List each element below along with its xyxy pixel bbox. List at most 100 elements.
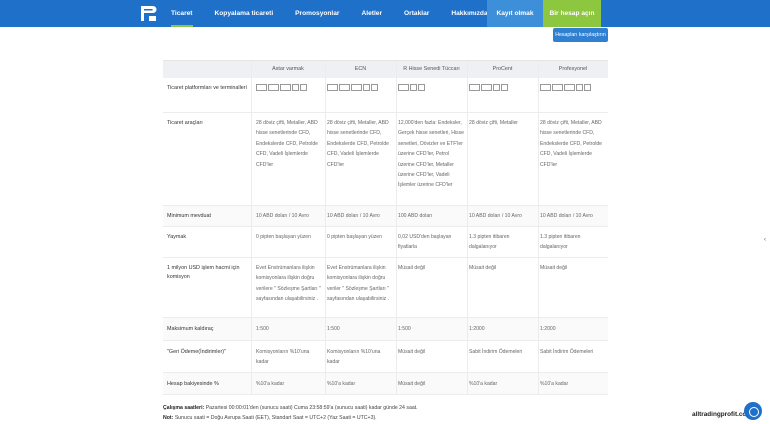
mt4-icon — [256, 84, 267, 91]
table-cell: 1:500 — [256, 326, 269, 332]
table-row: Ticaret platformları ve terminalleri — [163, 78, 608, 113]
table-cell: 28 döviz çifti, Metaller, ABD hisse sene… — [327, 120, 390, 168]
apple-icon — [410, 84, 417, 91]
table-cell: 1:500 — [398, 326, 411, 332]
table-cell: 10 ABD doları / 10 Avro — [256, 213, 309, 219]
apple-icon — [363, 84, 370, 91]
table-cell: 10 ABD doları / 10 Avro — [540, 213, 593, 219]
table-cell: Müsait değil — [398, 265, 426, 271]
table-cell: Komisyonların %10'una kadar — [256, 349, 310, 366]
table-row: "Geri Ödeme(İndirimler)" Komisyonların %… — [163, 341, 608, 373]
note-text: Sunucu saati = Doğu Avrupa Saati (EET), … — [174, 415, 377, 421]
table-cell: %10'a kadar — [256, 381, 285, 387]
table-row: Ticaret araçları 28 döviz çifti, Metalle… — [163, 113, 608, 206]
webtrader-icon — [564, 84, 575, 91]
nav-item-trading[interactable]: Ticaret — [171, 0, 193, 27]
table-cell: 1:500 — [327, 326, 340, 332]
android-icon — [584, 84, 591, 91]
table-cell: 28 döviz çifti, Metaller, ABD hisse sene… — [256, 120, 319, 168]
table-cell: %10'a kadar — [540, 381, 569, 387]
nav-item-tools[interactable]: Aletler — [362, 0, 383, 27]
platform-icons — [327, 84, 385, 93]
table-cell: 1:2000 — [540, 326, 556, 332]
table-cell: Sabit İndirim Ödemeleri — [540, 349, 594, 355]
apple-icon — [576, 84, 583, 91]
table-row: Hesap bakiyesinde % %10'a kadar %10'a ka… — [163, 373, 608, 395]
table-row: Minimum mevduat 10 ABD doları / 10 Avro … — [163, 206, 608, 227]
nav-item-partners[interactable]: Ortaklar — [404, 0, 429, 27]
table-header: Astar varmak ECN R Hisse Senedi Tüccarı … — [163, 61, 608, 78]
table-cell: Komisyonların %10'una kadar — [327, 349, 381, 366]
table-cell: 0,02 USD'den başlayan fiyatlarla — [398, 234, 452, 251]
table-row: 1 milyon USD işlem hacmi için komisyon E… — [163, 258, 608, 318]
webtrader-icon — [280, 84, 291, 91]
table-cell: Evet Enstrümanlara ilişkin komisyonlara … — [256, 265, 321, 303]
row-label: Ticaret araçları — [167, 120, 203, 126]
top-nav-bar: Ticaret Kopyalama ticareti Promosyonlar … — [0, 0, 770, 27]
column-header-stocks-trader: R Hisse Senedi Tüccarı — [403, 66, 460, 72]
row-label: Minimum mevduat — [167, 213, 212, 219]
table-cell: Sabit İndirim Ödemeleri — [469, 349, 523, 355]
mt5-icon — [268, 84, 279, 91]
android-icon — [371, 84, 378, 91]
column-header-ecn: ECN — [354, 66, 367, 72]
account-comparison-table: Astar varmak ECN R Hisse Senedi Tüccarı … — [163, 60, 608, 395]
column-divider — [467, 61, 468, 395]
note-label: Not: — [163, 415, 174, 421]
server-time-note: Not: Sunucu saati = Doğu Avrupa Saati (E… — [163, 415, 377, 421]
column-divider — [538, 61, 539, 395]
table-cell: 0 pipten başlayan yüzen — [327, 234, 382, 240]
mt5-icon — [552, 84, 563, 91]
table-cell: %10'a kadar — [327, 381, 356, 387]
column-divider — [251, 61, 252, 395]
column-header-procent: ProCent — [492, 66, 513, 72]
apple-icon — [493, 84, 500, 91]
compare-accounts-button[interactable]: Hesapları karşılaştırın — [553, 28, 608, 42]
table-cell: 28 döviz çifti, Metaller, ABD hisse sene… — [540, 120, 603, 168]
table-cell: 10 ABD doları / 10 Avro — [327, 213, 380, 219]
mt4-icon — [327, 84, 338, 91]
scroll-arrow-icon[interactable]: ‹ — [764, 237, 766, 243]
table-cell: 10 ABD doları / 10 Avro — [469, 213, 522, 219]
row-label: 1 milyon USD işlem hacmi için komisyon — [167, 265, 240, 280]
open-account-button[interactable]: Bir hesap açın — [543, 0, 601, 27]
table-cell: 1:2000 — [469, 326, 485, 332]
brand-logo[interactable] — [140, 5, 157, 22]
column-header-standard: Astar varmak — [272, 66, 304, 72]
platform-icons — [256, 84, 314, 93]
row-label: Hesap bakiyesinde % — [167, 381, 219, 387]
row-label: Yaymak — [167, 234, 187, 240]
webtrader-icon — [351, 84, 362, 91]
table-cell: Müsait değil — [540, 265, 568, 271]
table-cell: 100 ABD doları — [398, 213, 433, 219]
android-icon — [501, 84, 508, 91]
column-divider — [325, 61, 326, 395]
column-header-professional: Profesyonel — [558, 66, 588, 72]
table-cell: Evet Enstrümanlara ilişkin komisyonlara … — [327, 265, 390, 303]
platform-icons — [540, 84, 598, 93]
nav-item-copy-trading[interactable]: Kopyalama ticareti — [215, 0, 274, 27]
platform-icons — [398, 84, 456, 93]
nav-item-about[interactable]: Hakkımızda — [451, 0, 487, 27]
android-icon — [300, 84, 307, 91]
chat-icon[interactable] — [744, 402, 762, 420]
table-cell: %10'a kadar — [469, 381, 498, 387]
table-cell: 28 döviz çifti, Metaller — [469, 120, 518, 126]
apple-icon — [292, 84, 299, 91]
platform-icons — [469, 84, 527, 93]
register-button[interactable]: Kayıt olmak — [487, 0, 543, 27]
working-hours-text: Pazartesi 00:00:01'den (sunucu saati) Cu… — [205, 405, 418, 411]
row-label: Ticaret platformları ve terminalleri — [167, 85, 247, 91]
mt5-icon — [481, 84, 492, 91]
table-row: Yaymak 0 pipten başlayan yüzen 0 pipten … — [163, 227, 608, 258]
android-icon — [418, 84, 425, 91]
mt4-icon — [540, 84, 551, 91]
main-nav: Ticaret Kopyalama ticareti Promosyonlar … — [171, 0, 510, 27]
webtrader-icon — [398, 84, 409, 91]
row-label: "Geri Ödeme(İndirimler)" — [167, 349, 226, 355]
nav-item-promotions[interactable]: Promosyonlar — [295, 0, 339, 27]
table-cell: Müsait değil — [398, 349, 426, 355]
working-hours-label: Çalışma saatleri: — [163, 405, 205, 411]
table-cell: Müsait değil — [469, 265, 497, 271]
table-cell: 12,000'den fazla: Endeksler, Gerçek hiss… — [398, 120, 464, 189]
